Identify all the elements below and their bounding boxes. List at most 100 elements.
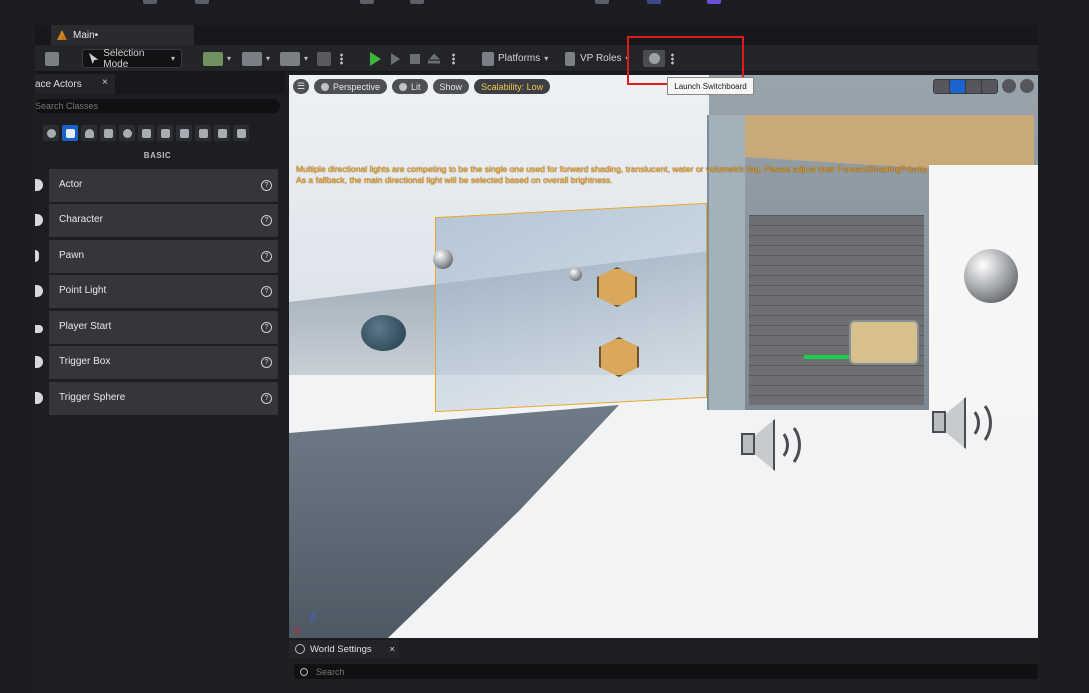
stop-button[interactable]: [410, 49, 420, 68]
cinematic-icon[interactable]: [100, 125, 116, 141]
launch-switchboard-button[interactable]: [643, 50, 665, 67]
cinematics-button[interactable]: ▾: [280, 49, 308, 68]
shapes-icon[interactable]: [195, 125, 211, 141]
play-button[interactable]: [370, 49, 381, 68]
chair-mesh[interactable]: [849, 320, 919, 365]
select-tool-icon[interactable]: [934, 80, 949, 93]
chevron-down-icon: ▾: [170, 54, 175, 63]
world-space-icon[interactable]: [1002, 79, 1016, 93]
step-button[interactable]: [391, 49, 400, 68]
list-item[interactable]: Player Start ?: [35, 311, 278, 344]
top-strip-icon[interactable]: [195, 0, 209, 4]
viewport-menu-button[interactable]: ☰: [293, 79, 309, 94]
help-icon[interactable]: ?: [261, 357, 272, 368]
scale-tool-icon[interactable]: [982, 80, 997, 93]
top-strip-icon[interactable]: [707, 0, 721, 4]
eject-icon: [428, 53, 440, 64]
options-dots-icon[interactable]: [340, 49, 343, 68]
blueprints-button[interactable]: ▾: [242, 49, 270, 68]
show-button[interactable]: Show: [432, 79, 470, 94]
viewport-brick-wall: [749, 215, 924, 405]
actor-thumbnail: [35, 346, 49, 379]
cursor-icon: [89, 53, 99, 64]
vp-roles-dropdown[interactable]: VP Roles ▾: [565, 49, 630, 68]
perspective-button[interactable]: Perspective: [314, 79, 388, 94]
top-strip-icon[interactable]: [143, 0, 157, 4]
help-icon[interactable]: ?: [261, 180, 272, 191]
list-item[interactable]: Trigger Box ?: [35, 346, 278, 379]
list-item-label: Pawn: [59, 250, 85, 261]
translate-tool-icon[interactable]: [950, 80, 965, 93]
volumes-icon[interactable]: [157, 125, 173, 141]
close-icon[interactable]: ×: [390, 644, 395, 654]
sphere-reflection-capture-icon[interactable]: [569, 268, 582, 281]
all-classes-icon[interactable]: [176, 125, 192, 141]
list-item[interactable]: Pawn ?: [35, 240, 278, 273]
viewport-toolbar: ☰ Perspective Lit Show Scalability: Low: [293, 79, 551, 94]
mesh-icon[interactable]: [233, 125, 249, 141]
visual-effects-icon[interactable]: [119, 125, 135, 141]
help-icon[interactable]: ?: [261, 215, 272, 226]
help-icon[interactable]: ?: [261, 286, 272, 297]
place-actors-panel: ace Actors × Search Classes BASIC Actor …: [35, 72, 285, 693]
world-settings-search-input[interactable]: Search: [294, 664, 1038, 679]
scalability-label: Scalability: Low: [481, 81, 544, 92]
dark-sphere-mesh[interactable]: [361, 315, 406, 351]
lit-label: Lit: [411, 81, 421, 92]
list-item[interactable]: Point Light ?: [35, 275, 278, 308]
top-strip-icon[interactable]: [595, 0, 609, 4]
main-toolbar: Selection Mode ▾ ▾ ▾ ▾ Platforms ▾ VP Ro…: [35, 45, 1038, 72]
help-icon[interactable]: ?: [261, 322, 272, 333]
rotate-tool-icon[interactable]: [966, 80, 981, 93]
actor-thumbnail: [35, 169, 49, 202]
ambient-sound-icon[interactable]: [741, 415, 801, 475]
close-icon[interactable]: ×: [102, 77, 108, 88]
transform-gizmo-y-axis[interactable]: [804, 355, 854, 359]
top-strip-icon[interactable]: [647, 0, 661, 4]
surface-snap-icon[interactable]: [1020, 79, 1034, 93]
lit-button[interactable]: Lit: [392, 79, 428, 94]
world-settings-tab-label: World Settings: [310, 643, 372, 655]
list-item[interactable]: Trigger Sphere ?: [35, 382, 278, 415]
top-icon-strip: [35, 0, 1038, 25]
list-item[interactable]: Character ?: [35, 204, 278, 237]
top-strip-icon[interactable]: [410, 0, 424, 4]
selected-mesh-plane[interactable]: [435, 202, 707, 413]
play-options-dots-icon[interactable]: [452, 49, 455, 68]
recent-icon[interactable]: [43, 125, 59, 141]
list-item-label: Trigger Sphere: [59, 392, 126, 403]
build-button[interactable]: [317, 49, 331, 68]
platforms-dropdown[interactable]: Platforms ▾: [482, 49, 548, 68]
help-icon[interactable]: ?: [261, 251, 272, 262]
lit-icon: [399, 82, 408, 91]
landscape-icon[interactable]: [214, 125, 230, 141]
switchboard-options-dots-icon[interactable]: [671, 49, 674, 68]
tab-world-settings[interactable]: World Settings ×: [289, 640, 399, 658]
list-item[interactable]: Actor ?: [35, 169, 278, 202]
tab-main-level[interactable]: Main•: [51, 25, 194, 45]
lights-icon[interactable]: [81, 125, 97, 141]
platforms-label: Platforms: [498, 53, 541, 64]
list-item-label: Actor: [59, 179, 83, 190]
ambient-sound-icon[interactable]: [932, 393, 992, 453]
sphere-reflection-capture-icon[interactable]: [964, 249, 1018, 303]
add-actor-button[interactable]: ▾: [203, 49, 231, 68]
level-viewport[interactable]: Multiple directional lights are competin…: [289, 75, 1038, 638]
search-classes-input[interactable]: Search Classes: [35, 99, 280, 113]
place-actors-tab-label: ace Actors: [35, 78, 82, 90]
geometry-icon[interactable]: [138, 125, 154, 141]
top-strip-icon[interactable]: [360, 0, 374, 4]
selection-mode-dropdown[interactable]: Selection Mode ▾: [82, 48, 182, 70]
platforms-icon: [482, 51, 494, 66]
sphere-reflection-capture-icon[interactable]: [433, 249, 453, 269]
basic-category-icon[interactable]: [62, 125, 78, 141]
help-icon[interactable]: ?: [261, 393, 272, 404]
vp-roles-icon: [565, 51, 575, 66]
vp-roles-label: VP Roles: [580, 53, 622, 64]
content-browser-icon[interactable]: [45, 49, 59, 68]
scalability-button[interactable]: Scalability: Low: [474, 79, 551, 94]
cube-icon: [321, 82, 329, 91]
eject-button[interactable]: [428, 49, 440, 68]
category-icon-bar: [43, 125, 249, 141]
list-item-label: Character: [59, 214, 103, 225]
